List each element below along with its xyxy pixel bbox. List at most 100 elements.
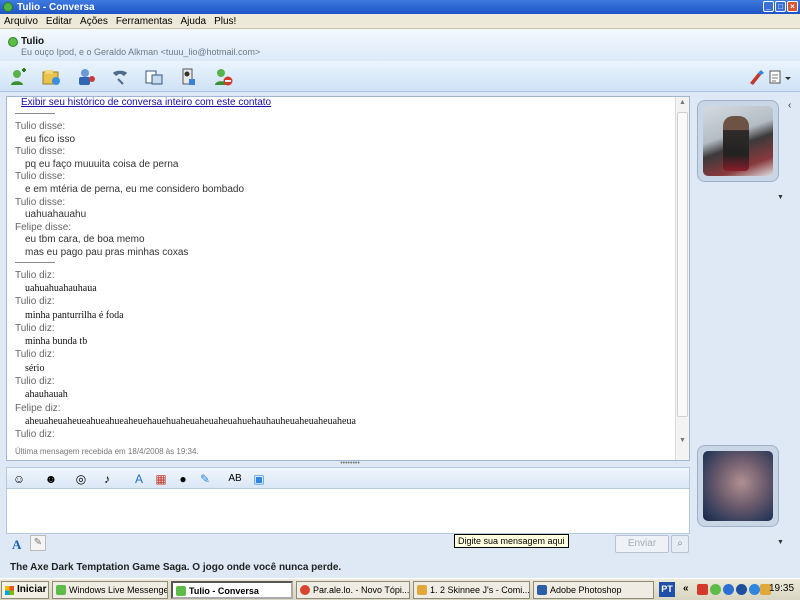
ink-icon[interactable]: ● xyxy=(175,471,191,487)
conversation-scrollbar[interactable]: ▲ ▼ xyxy=(675,97,689,460)
task-label: Par.ale.lo. - Novo Tópi... xyxy=(313,585,410,595)
browser-task-icon xyxy=(300,585,310,595)
contact-name[interactable]: Tulio xyxy=(21,36,44,47)
user-avatar[interactable] xyxy=(697,445,779,527)
history-link[interactable]: Exibir seu histórico de conversa inteiro… xyxy=(21,97,271,108)
menu-ajuda[interactable]: Ajuda xyxy=(177,16,211,27)
phone-call-icon[interactable] xyxy=(110,67,130,87)
message-text: mas eu pago pau pras minhas coxas xyxy=(25,247,189,258)
ad-text[interactable]: The Axe Dark Temptation Game Saga. O jog… xyxy=(10,562,341,573)
contact-status-message: Eu ouço Ipod, e o Geraldo Alkman <tuuu_l… xyxy=(21,47,261,57)
message-text: e em mtéria de perna, eu me considero bo… xyxy=(25,184,245,195)
search-icon[interactable]: ⌕ xyxy=(671,535,689,553)
user-photo xyxy=(703,451,773,521)
background-icon[interactable]: ▦ xyxy=(153,471,169,487)
menu-editar[interactable]: Editar xyxy=(42,16,76,27)
task-label: Windows Live Messenger xyxy=(69,585,168,595)
network-tray-icon[interactable] xyxy=(723,584,734,595)
message-text: aheuaheuaheueahueahueaheuehauehuaheuaheu… xyxy=(25,415,356,427)
menu-acoes[interactable]: Ações xyxy=(76,16,112,27)
windows-logo-icon xyxy=(5,586,14,595)
task-label: 1. 2 Skinnee J's - Comi... xyxy=(430,585,530,595)
message-speaker: Tulio disse: xyxy=(15,171,66,183)
message-text: eu fico isso xyxy=(25,133,76,145)
close-button[interactable]: × xyxy=(787,1,798,12)
task-label: Adobe Photoshop xyxy=(550,585,622,595)
invite-contact-icon[interactable] xyxy=(8,67,28,87)
task-windows-live-messenger[interactable]: Windows Live Messenger xyxy=(52,581,168,599)
emoticon-icon[interactable]: ☺ xyxy=(11,471,27,487)
more-icon[interactable]: ▣ xyxy=(251,471,267,487)
maximize-button[interactable]: □ xyxy=(775,1,786,12)
message-text: sério xyxy=(25,362,45,374)
scroll-up-icon[interactable]: ▲ xyxy=(679,99,686,106)
messenger-task-icon xyxy=(56,585,66,595)
menu-bar: Arquivo Editar Ações Ferramentas Ajuda P… xyxy=(0,14,800,29)
contact-avatar-dropdown-icon[interactable]: ▼ xyxy=(777,194,784,201)
player-task-icon xyxy=(417,585,427,595)
antivirus-tray-icon[interactable] xyxy=(697,584,708,595)
text-format-icon[interactable]: AB xyxy=(227,471,243,487)
collapse-panel-icon[interactable]: ‹ xyxy=(788,100,791,111)
language-indicator[interactable]: PT xyxy=(659,582,675,597)
message-list: Exibir seu histórico de conversa inteiro… xyxy=(11,97,675,460)
info-tray-icon[interactable] xyxy=(736,584,747,595)
task-tulio-conversa[interactable]: Tulio - Conversa xyxy=(171,581,293,599)
message-speaker: Tulio diz: xyxy=(15,376,55,387)
section-separator xyxy=(15,261,55,263)
message-text: minha bunda tb xyxy=(25,336,88,348)
message-speaker: Tulio disse: xyxy=(15,121,66,132)
share-media-icon[interactable] xyxy=(144,67,164,87)
message-speaker: Tulio diz: xyxy=(15,296,55,308)
send-button[interactable]: Enviar xyxy=(615,535,669,553)
voice-clip-icon[interactable]: ♪ xyxy=(99,471,115,487)
menu-ferramentas[interactable]: Ferramentas xyxy=(112,16,177,27)
message-speaker: Tulio diz: xyxy=(15,322,55,334)
messenger-tray-icon[interactable] xyxy=(710,584,721,595)
start-button[interactable]: Iniciar xyxy=(1,581,49,599)
task-label: Tulio - Conversa xyxy=(189,586,259,596)
message-input[interactable] xyxy=(6,489,690,534)
block-contact-icon[interactable] xyxy=(213,67,233,87)
task-adobe-photoshop[interactable]: Adobe Photoshop xyxy=(533,581,654,599)
task-skinnee-js[interactable]: 1. 2 Skinnee J's - Comi... xyxy=(413,581,530,599)
display-pictures-panel: ‹ ▼ ▼ xyxy=(692,92,800,558)
scroll-down-icon[interactable]: ▼ xyxy=(679,437,686,444)
handwriting-pen-icon[interactable]: ✎ xyxy=(30,535,46,551)
activities-icon[interactable] xyxy=(179,67,199,87)
contact-avatar[interactable] xyxy=(697,100,779,182)
conversation-toolbar xyxy=(0,61,800,92)
photoshop-task-icon xyxy=(537,585,547,595)
message-speaker: Tulio diz: xyxy=(15,269,55,281)
show-hidden-icons[interactable]: « xyxy=(683,583,689,594)
view-options-icon[interactable] xyxy=(768,67,794,87)
update-tray-icon[interactable] xyxy=(749,584,760,595)
wink-icon[interactable]: ☻ xyxy=(43,471,59,487)
menu-plus[interactable]: Plus! xyxy=(210,16,240,27)
video-call-icon[interactable] xyxy=(76,67,96,87)
window-controls: _ □ × xyxy=(763,1,798,12)
paintbrush-icon[interactable] xyxy=(746,67,766,87)
conversation-history[interactable]: Exibir seu histórico de conversa inteiro… xyxy=(6,96,690,461)
send-files-icon[interactable] xyxy=(41,67,61,87)
last-message-timestamp: Última mensagem recebida em 18/4/2008 às… xyxy=(15,447,199,456)
task-paralelo[interactable]: Par.ale.lo. - Novo Tópi... xyxy=(296,581,410,599)
minimize-button[interactable]: _ xyxy=(763,1,774,12)
handwriting-icon[interactable]: ✎ xyxy=(197,471,213,487)
message-text: ahauhauah xyxy=(25,389,68,401)
message-text: uahuahuahauhaua xyxy=(25,282,97,294)
message-text: minha panturrilha é foda xyxy=(25,309,124,321)
font-icon[interactable]: A xyxy=(131,471,147,487)
message-speaker: Tulio disse: xyxy=(15,146,66,158)
conversation-task-icon xyxy=(176,586,186,596)
taskbar-clock: 19:35 xyxy=(769,583,795,594)
message-speaker: Tulio disse: xyxy=(15,196,66,208)
message-text: uahuahauahu xyxy=(25,209,87,221)
menu-arquivo[interactable]: Arquivo xyxy=(0,16,42,27)
user-avatar-dropdown-icon[interactable]: ▼ xyxy=(777,539,784,546)
input-tooltip: Digite sua mensagem aqui xyxy=(454,534,569,548)
scroll-thumb[interactable] xyxy=(677,112,688,417)
font-style-icon[interactable]: A xyxy=(12,537,21,553)
nudge-icon[interactable]: ◎ xyxy=(73,471,89,487)
system-tray: PT « 19:35 xyxy=(659,581,799,599)
